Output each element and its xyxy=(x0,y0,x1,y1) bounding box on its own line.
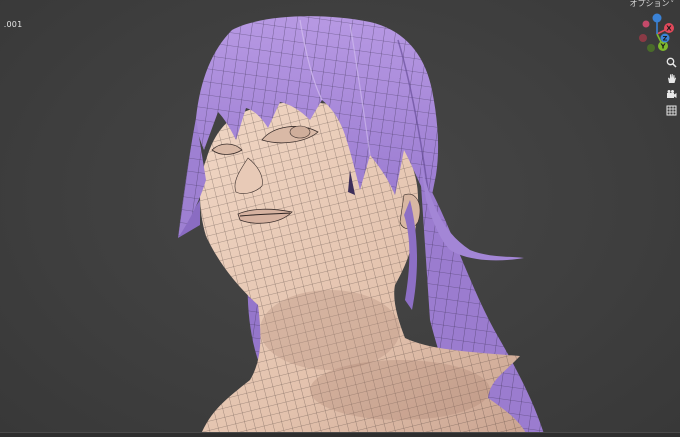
zoom-icon xyxy=(666,57,677,68)
axis-z-positive[interactable]: Z xyxy=(660,33,670,43)
options-label: オプション xyxy=(629,0,670,8)
axis-y-negative[interactable] xyxy=(647,44,655,52)
options-dropdown[interactable]: オプション˅ xyxy=(630,0,675,9)
chevron-down-icon: ˅ xyxy=(670,0,675,8)
object-name-label: .001 xyxy=(1,20,23,29)
camera-view-icon xyxy=(666,89,676,98)
svg-text:X: X xyxy=(666,25,672,33)
timeline-strip xyxy=(0,432,680,437)
pan-button[interactable] xyxy=(664,71,678,85)
hand-pan-icon xyxy=(667,73,676,83)
axis-z-negative[interactable] xyxy=(652,13,662,23)
navigation-gizmo[interactable]: X Y Z xyxy=(637,12,677,56)
3d-viewport[interactable]: .001 オプション˅ X Y Z xyxy=(0,0,680,437)
axis-z-positive-small[interactable] xyxy=(642,20,650,28)
zoom-button[interactable] xyxy=(664,55,678,69)
grid-ortho-icon xyxy=(666,105,676,115)
svg-text:Y: Y xyxy=(659,43,666,51)
character-head-model[interactable] xyxy=(0,0,680,437)
axis-x-positive[interactable]: X xyxy=(664,23,674,33)
svg-text:Z: Z xyxy=(663,34,668,42)
axis-x-negative[interactable] xyxy=(639,34,647,42)
ortho-toggle-button[interactable] xyxy=(664,103,678,117)
axis-y-positive[interactable]: Y xyxy=(658,41,668,51)
camera-view-button[interactable] xyxy=(664,87,678,101)
